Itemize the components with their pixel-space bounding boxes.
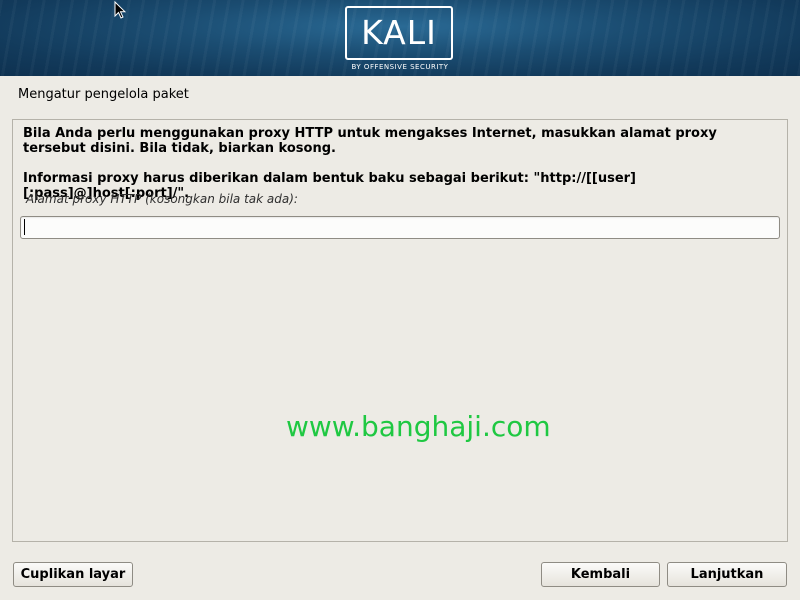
kali-logo: KALI [345,6,453,60]
text-caret [24,219,25,235]
logo-text: KALI [361,13,437,52]
watermark-text: www.banghaji.com [286,410,551,443]
description-text: Bila Anda perlu menggunakan proxy HTTP u… [23,126,717,156]
continue-button[interactable]: Lanjutkan [667,562,787,587]
screenshot-button[interactable]: Cuplikan layar [13,562,133,587]
http-proxy-input[interactable] [20,216,780,239]
mouse-pointer-icon [114,1,126,19]
back-button[interactable]: Kembali [541,562,660,587]
logo-subtitle: BY OFFENSIVE SECURITY [351,63,449,71]
page-title: Mengatur pengelola paket [18,87,189,102]
proxy-field-label: Alamat proxy HTTP (kosongkan bila tak ad… [26,192,298,206]
content-panel: Bila Anda perlu menggunakan proxy HTTP u… [12,119,788,542]
